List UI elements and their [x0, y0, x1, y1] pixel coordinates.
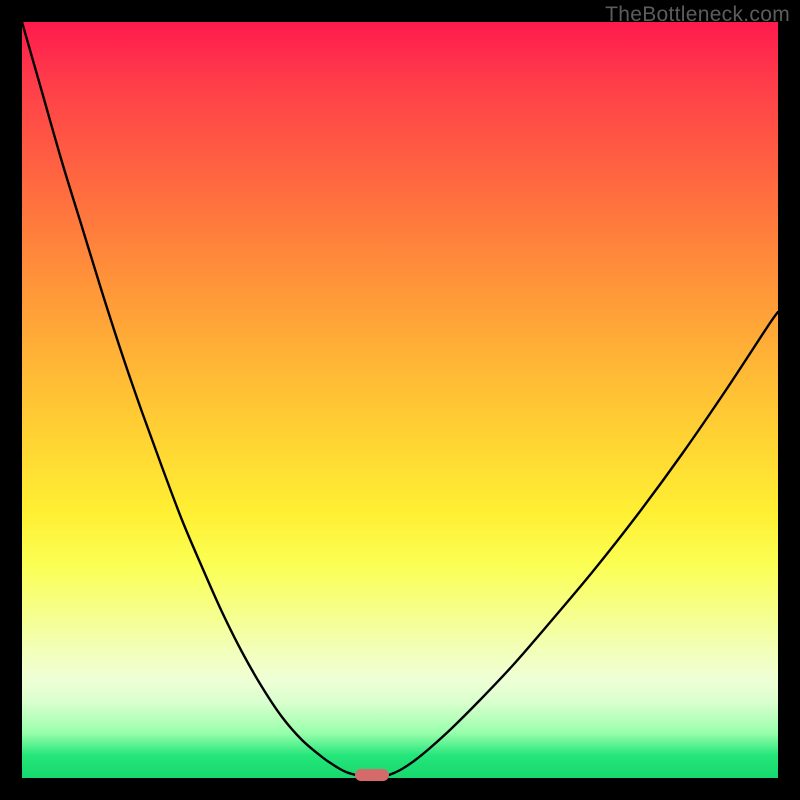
watermark-text: TheBottleneck.com [605, 3, 790, 27]
curve-left-branch [22, 22, 356, 775]
curve-layer [22, 22, 778, 778]
curve-right-branch [389, 312, 778, 775]
bottleneck-marker [355, 769, 389, 781]
plot-area [22, 22, 778, 778]
